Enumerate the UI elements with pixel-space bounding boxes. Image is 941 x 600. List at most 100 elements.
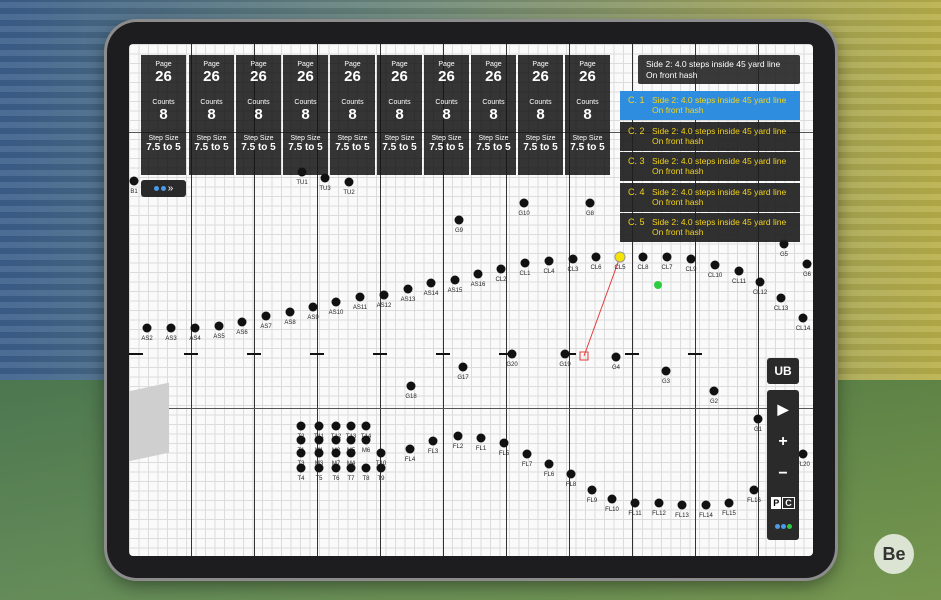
performer-dot[interactable] — [314, 421, 324, 431]
drill-chart-canvas[interactable]: AS2 AS3 AS4 AS5 AS6 AS7 AS8 AS9 AS10 AS11 AS12 AS13… — [129, 44, 813, 556]
performer-dot[interactable] — [749, 485, 759, 495]
performer-dot[interactable] — [677, 500, 687, 510]
step-info-column: Page 26 Counts 8 Step Size 7.5 to 5 — [424, 55, 469, 175]
performer-label: AS14 — [423, 291, 439, 297]
performer-dot[interactable] — [361, 463, 371, 473]
performer-dot[interactable] — [331, 297, 341, 307]
performer-dot[interactable] — [544, 459, 554, 469]
performer-dot[interactable] — [701, 500, 711, 510]
performer-dot[interactable] — [314, 435, 324, 445]
step-size-value: 7.5 to 5 — [241, 142, 276, 153]
performer-dot[interactable] — [522, 449, 532, 459]
performer-dot[interactable] — [710, 260, 720, 270]
performer-dot[interactable] — [755, 277, 765, 287]
performer-dot[interactable] — [638, 252, 648, 262]
performer-dot[interactable] — [403, 284, 413, 294]
performer-label: T5 — [315, 476, 323, 482]
performer-dot[interactable] — [476, 433, 486, 443]
performer-dot[interactable] — [331, 421, 341, 431]
page-caption: Page — [297, 61, 314, 68]
selection-row[interactable]: C. 3 Side 2: 4.0 steps inside 45 yard lin… — [620, 152, 800, 181]
performer-dot[interactable] — [568, 254, 578, 264]
selection-row[interactable]: C. 5 Side 2: 4.0 steps inside 45 yard lin… — [620, 213, 800, 242]
performer-dot[interactable] — [686, 254, 696, 264]
performer-dot[interactable] — [296, 421, 306, 431]
selection-row[interactable]: C. 4 Side 2: 4.0 steps inside 45 yard lin… — [620, 182, 800, 212]
play-icon[interactable]: ▶ — [778, 401, 789, 418]
performer-dot[interactable] — [630, 498, 640, 508]
performer-dot[interactable] — [344, 177, 354, 187]
performer-label: T9 — [377, 476, 385, 482]
performer-dot[interactable] — [376, 448, 386, 458]
performer-label: FL12 — [652, 511, 666, 517]
zoom-in-button[interactable]: + — [778, 433, 787, 451]
pc-toggle[interactable]: P C — [771, 497, 795, 510]
performer-dot[interactable] — [285, 307, 295, 317]
selection-row[interactable]: C. 2 Side 2: 4.0 steps inside 45 yard lin… — [620, 121, 800, 151]
performer-dot[interactable] — [355, 292, 365, 302]
performer-dot[interactable] — [566, 469, 576, 479]
performer-dot[interactable] — [166, 323, 176, 333]
performer-dot[interactable] — [798, 449, 808, 459]
performer-dot[interactable] — [798, 313, 808, 323]
performer-dot[interactable] — [802, 259, 812, 269]
performer-dot[interactable] — [129, 176, 139, 186]
performer-dot[interactable] — [499, 438, 509, 448]
performer-dot[interactable] — [261, 311, 271, 321]
performer-dot[interactable] — [734, 266, 744, 276]
performer-dot[interactable] — [361, 421, 371, 431]
performer-dot[interactable] — [426, 278, 436, 288]
performer-dot[interactable] — [544, 256, 554, 266]
color-dots-icon[interactable] — [774, 523, 792, 529]
performer-dot[interactable] — [507, 349, 517, 359]
performer-dot[interactable] — [331, 448, 341, 458]
performer-dot[interactable] — [190, 323, 200, 333]
performer-label: G3 — [661, 379, 671, 385]
dot-icon — [153, 186, 159, 191]
panel-toggle-button[interactable]: » — [141, 180, 186, 197]
performer-dot[interactable] — [661, 366, 671, 376]
performer-dot[interactable] — [405, 444, 415, 454]
performer-dot[interactable] — [406, 381, 416, 391]
performer-dot[interactable] — [346, 435, 356, 445]
performer-dot[interactable] — [560, 349, 570, 359]
performer-dot[interactable] — [379, 290, 389, 300]
zoom-out-button[interactable]: − — [778, 465, 787, 483]
performer-dot[interactable] — [296, 448, 306, 458]
performer-dot[interactable] — [709, 386, 719, 396]
performer-dot[interactable] — [587, 485, 597, 495]
performer-dot[interactable] — [331, 435, 341, 445]
performer-dot[interactable] — [308, 302, 318, 312]
performer-dot[interactable] — [361, 435, 371, 445]
p-label: P — [771, 497, 782, 510]
performer-dot[interactable] — [346, 421, 356, 431]
performer-dot[interactable] — [614, 251, 626, 263]
performer-dot[interactable] — [454, 215, 464, 225]
performer-dot[interactable] — [450, 275, 460, 285]
performer-dot[interactable] — [142, 323, 152, 333]
performer-dot[interactable] — [473, 269, 483, 279]
ub-button[interactable]: UB — [767, 358, 799, 384]
performer-dot[interactable] — [237, 317, 247, 327]
performer-dot[interactable] — [453, 431, 463, 441]
selection-row[interactable]: C. 1 Side 2: 4.0 steps inside 45 yard lin… — [620, 91, 800, 120]
performer-dot[interactable] — [496, 264, 506, 274]
performer-dot[interactable] — [607, 494, 617, 504]
performer-dot[interactable] — [585, 198, 595, 208]
performer-dot[interactable] — [591, 252, 601, 262]
performer-dot[interactable] — [611, 352, 621, 362]
performer-dot[interactable] — [519, 198, 529, 208]
performer-dot[interactable] — [654, 498, 664, 508]
performer-dot[interactable] — [458, 362, 468, 372]
performer-dot[interactable] — [520, 258, 530, 268]
brand-logo: Be — [874, 534, 914, 574]
performer-dot[interactable] — [314, 448, 324, 458]
performer-dot[interactable] — [296, 463, 306, 473]
performer-dot[interactable] — [776, 293, 786, 303]
performer-dot[interactable] — [428, 436, 438, 446]
performer-dot[interactable] — [214, 321, 224, 331]
performer-dot[interactable] — [724, 498, 734, 508]
performer-dot[interactable] — [753, 414, 763, 424]
performer-dot[interactable] — [662, 252, 672, 262]
selection-line1: Side 2: 4.0 steps inside 45 yard line — [652, 156, 787, 166]
